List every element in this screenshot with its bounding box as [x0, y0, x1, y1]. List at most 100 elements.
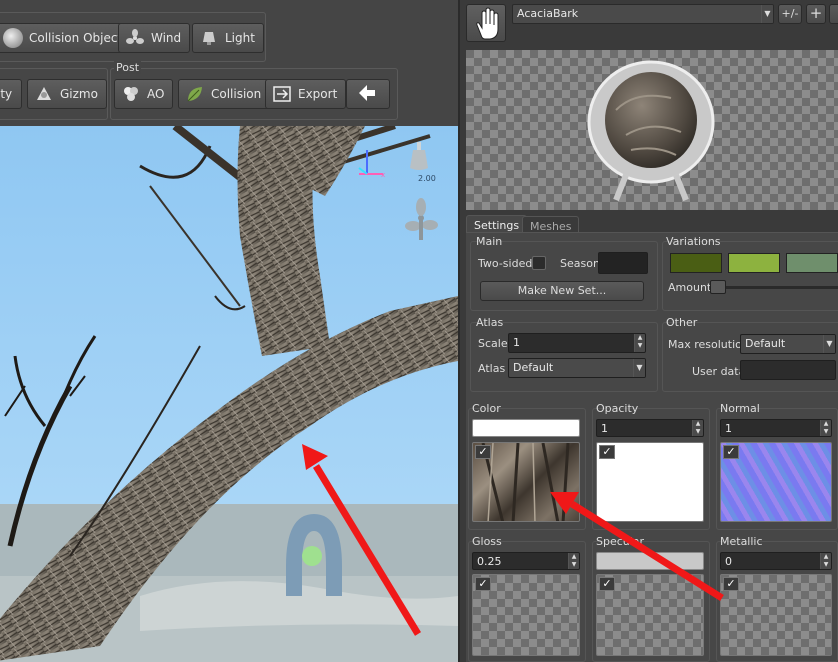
variations-group	[662, 241, 838, 311]
export-button[interactable]: Export	[265, 79, 347, 109]
color-swatch[interactable]	[472, 419, 580, 437]
ao-label: AO	[147, 87, 165, 101]
gizmo-button[interactable]: Gizmo	[27, 79, 107, 109]
post-collision-button[interactable]: Collision	[178, 79, 271, 109]
scale-value: 1	[513, 336, 520, 349]
preview-sphere	[587, 60, 715, 202]
back-button[interactable]	[346, 79, 390, 109]
specular-swatch[interactable]	[596, 552, 704, 570]
other-group	[662, 322, 838, 392]
user-data-label: User data	[692, 365, 746, 378]
material-name: AcaciaBark	[517, 7, 579, 20]
make-new-set-button[interactable]: Make New Set...	[480, 281, 644, 301]
other-group-title: Other	[666, 316, 698, 329]
scene-render	[0, 126, 458, 662]
axis-x-label: x	[381, 171, 386, 179]
user-data-input[interactable]	[740, 360, 836, 380]
variation-swatch-1[interactable]	[670, 253, 722, 273]
scale-spinbox[interactable]: 1 ▲ ▼	[508, 333, 646, 353]
hand-icon	[476, 7, 499, 40]
max-resolution-select[interactable]: Default ▼	[740, 334, 836, 354]
color-map-title: Color	[472, 402, 501, 415]
visibility-button[interactable]: ity	[0, 79, 22, 109]
opacity-texture-slot[interactable]: ✓	[596, 442, 704, 522]
gloss-enable-checkbox[interactable]: ✓	[475, 577, 491, 591]
plusminus-button[interactable]: +/-	[778, 4, 802, 24]
specular-map-title: Specular	[596, 535, 645, 548]
spotlight-icon	[199, 28, 219, 48]
spotlight-icon[interactable]	[406, 142, 432, 172]
light-button[interactable]: Light	[192, 23, 264, 53]
season-color[interactable]	[598, 252, 648, 274]
variation-swatch-3[interactable]	[786, 253, 838, 273]
amount-label: Amount	[668, 281, 712, 294]
post-group-label: Post	[114, 61, 142, 74]
atlas-value: Default	[513, 361, 554, 374]
leaf-icon	[185, 84, 205, 104]
collision-objects-label: Collision Objects	[29, 31, 129, 45]
normal-spinbox[interactable]: 1 ▲ ▼	[720, 419, 832, 437]
amount-slider-track[interactable]	[710, 286, 838, 289]
metallic-map-title: Metallic	[720, 535, 763, 548]
material-select[interactable]: AcaciaBark ▼	[512, 4, 774, 24]
gloss-spinbox[interactable]: 0.25 ▲ ▼	[472, 552, 580, 570]
two-sided-label: Two-sided	[478, 257, 533, 270]
gloss-map-title: Gloss	[472, 535, 502, 548]
spin-arrows-icon[interactable]: ▲ ▼	[634, 334, 645, 352]
export-label: Export	[298, 87, 338, 101]
post-collision-label: Collision	[211, 87, 262, 101]
normal-enable-checkbox[interactable]: ✓	[723, 445, 739, 459]
color-texture-slot[interactable]: ✓	[472, 442, 580, 522]
copy-button[interactable]	[829, 4, 838, 24]
gloss-value: 0.25	[477, 555, 502, 568]
collision-objects-button[interactable]: Collision Objects	[0, 23, 138, 53]
gloss-texture-slot[interactable]: ✓	[472, 574, 580, 656]
atlas-select[interactable]: Default ▼	[508, 358, 646, 378]
spin-arrows-icon[interactable]: ▲ ▼	[568, 553, 579, 569]
light-value: 2.00	[418, 174, 436, 183]
fan-icon	[125, 28, 145, 48]
amount-slider-handle[interactable]	[710, 280, 726, 294]
max-resolution-label: Max resolution	[668, 338, 749, 351]
specular-enable-checkbox[interactable]: ✓	[599, 577, 615, 591]
normal-map-title: Normal	[720, 402, 760, 415]
ao-icon	[121, 84, 141, 104]
variation-swatch-2[interactable]	[728, 253, 780, 273]
add-material-button[interactable]: +	[806, 4, 826, 24]
spin-arrows-icon[interactable]: ▲ ▼	[820, 553, 831, 569]
wind-label: Wind	[151, 31, 182, 45]
atlas-label: Atlas	[478, 362, 506, 375]
opacity-enable-checkbox[interactable]: ✓	[599, 445, 615, 459]
visibility-label: ity	[0, 87, 13, 101]
metallic-enable-checkbox[interactable]: ✓	[723, 577, 739, 591]
collision-objects-icon	[3, 28, 23, 48]
hand-tool-button[interactable]	[466, 4, 506, 42]
normal-texture-slot[interactable]: ✓	[720, 442, 832, 522]
material-preview[interactable]	[466, 50, 838, 210]
wind-button[interactable]: Wind	[118, 23, 191, 53]
wind-fan-icon[interactable]	[404, 198, 438, 242]
spin-arrows-icon[interactable]: ▲ ▼	[820, 420, 831, 436]
metallic-texture-slot[interactable]: ✓	[720, 574, 832, 656]
gizmo-icon	[34, 84, 54, 104]
ao-button[interactable]: AO	[114, 79, 174, 109]
color-enable-checkbox[interactable]: ✓	[475, 445, 491, 459]
atlas-group-title: Atlas	[476, 316, 504, 329]
main-group-title: Main	[476, 235, 503, 248]
light-label: Light	[225, 31, 255, 45]
3d-viewport[interactable]: x 2.00	[0, 126, 458, 662]
chevron-down-icon: ▼	[633, 359, 645, 377]
material-panel: AcaciaBark ▼ +/- + Settings Meshes Main …	[458, 0, 838, 662]
specular-texture-slot[interactable]: ✓	[596, 574, 704, 656]
metallic-spinbox[interactable]: 0 ▲ ▼	[720, 552, 832, 570]
two-sided-checkbox[interactable]	[532, 256, 546, 270]
opacity-value: 1	[601, 422, 608, 435]
chevron-down-icon: ▼	[761, 5, 773, 23]
spin-arrows-icon[interactable]: ▲ ▼	[692, 420, 703, 436]
max-resolution-value: Default	[745, 337, 786, 350]
chevron-down-icon: ▼	[823, 335, 835, 353]
metallic-value: 0	[725, 555, 732, 568]
export-icon	[272, 84, 292, 104]
opacity-spinbox[interactable]: 1 ▲ ▼	[596, 419, 704, 437]
left-arrow-icon	[357, 84, 377, 105]
